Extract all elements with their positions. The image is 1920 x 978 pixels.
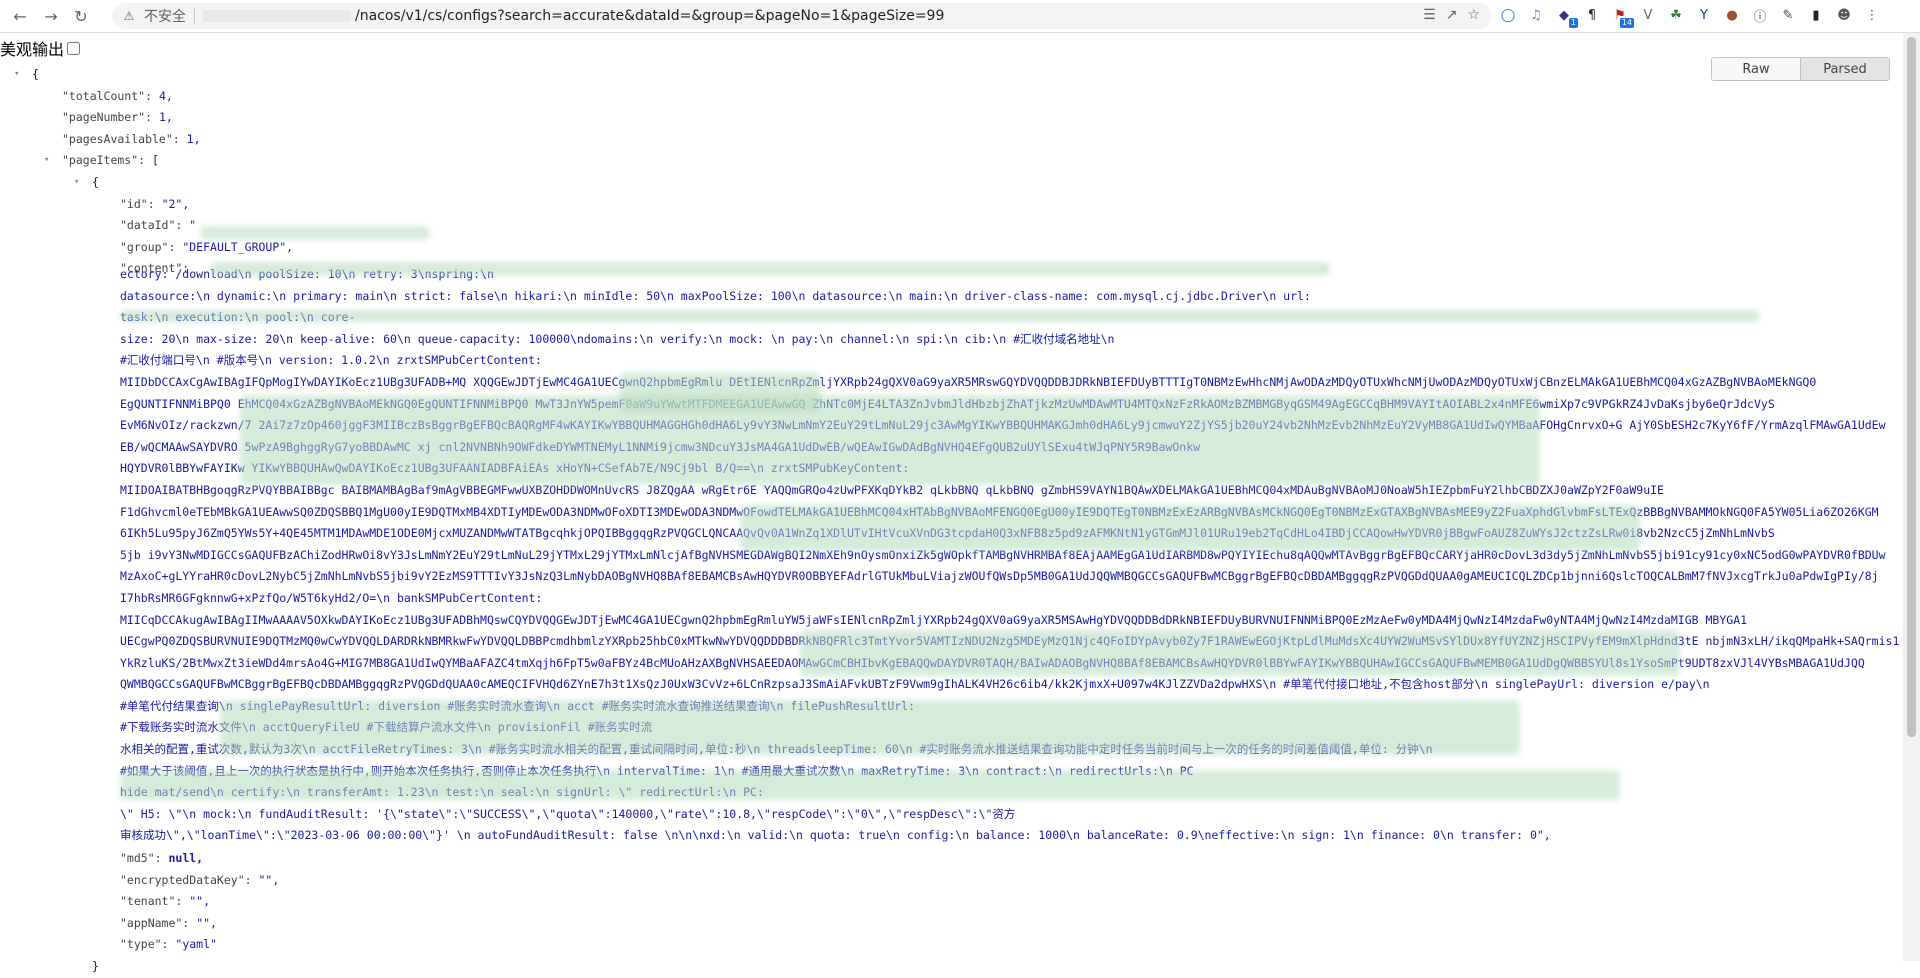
content-line: MIICqDCCAkugAwIBAgIIMwAAAAV5OXkwDAYIKoEc… [120, 612, 1748, 627]
content-line: 审核成功\",\"loanTime\":\"2023-03-06 00:00:0… [120, 828, 1551, 843]
redaction-blur [210, 262, 1330, 276]
json-number: 1, [158, 110, 173, 125]
collapse-triangle-icon[interactable]: ▾ [44, 150, 49, 172]
browser-toolbar: ← → ↻ ⚠ 不安全 /nacos/v1/cs/configs?search=… [0, 0, 1920, 33]
extension-cube-icon[interactable]: ◆ 1 [1554, 5, 1578, 28]
pageitems-line: "pageItems": [ [62, 150, 159, 172]
redaction-blur [240, 395, 1540, 485]
menu-kebab-icon[interactable]: ⋮ [1862, 5, 1882, 25]
redaction-blur [800, 630, 1680, 676]
extension-v-icon[interactable]: V [1638, 5, 1658, 25]
extension-cookie-icon[interactable]: ● [1722, 5, 1742, 25]
pretty-print-label: 美观输出 [0, 40, 65, 59]
json-key: "encryptedDataKey": [120, 872, 252, 887]
content-line: datasource:\n dynamic:\n primary: main\n… [120, 288, 1311, 303]
json-open-brace: { [32, 67, 39, 81]
json-string: "2", [161, 196, 190, 211]
item-open-brace: { [92, 175, 99, 189]
redaction-blur [120, 310, 1760, 322]
json-string: "yaml" [175, 937, 217, 952]
json-number: 1, [186, 131, 201, 146]
json-string: "", [196, 915, 217, 930]
collapse-triangle-icon[interactable]: ▾ [14, 64, 19, 86]
content-line: #汇收付端口号\n #版本号\n version: 1.0.2\n zrxtSM… [120, 353, 542, 368]
json-key: "appName": [120, 915, 190, 930]
json-string: "", [258, 872, 280, 887]
redaction-blur [740, 505, 1640, 551]
share-icon[interactable]: ↗ [1446, 7, 1458, 23]
collapse-triangle-icon[interactable]: ▾ [74, 172, 79, 194]
forward-arrow-icon[interactable]: → [40, 5, 62, 27]
json-bracket: [ [152, 153, 159, 168]
json-key: "group": [120, 239, 176, 254]
extension-flag-icon[interactable]: ⚑ 14 [1610, 5, 1634, 28]
scrollbar-thumb[interactable] [1907, 37, 1916, 737]
appname-line: "appName": "", [120, 913, 217, 935]
extension-y-icon[interactable]: Y [1694, 5, 1714, 25]
raw-button[interactable]: Raw [1712, 58, 1801, 80]
back-arrow-icon[interactable]: ← [9, 5, 31, 27]
json-number: 4, [158, 88, 173, 103]
extensions-puzzle-icon[interactable]: ✎ [1778, 5, 1798, 25]
json-key: "pageItems": [62, 153, 146, 168]
json-key: "dataId": [120, 218, 183, 233]
vertical-scrollbar[interactable] [1903, 33, 1920, 961]
pagenumber-line: "pageNumber": 1, [62, 107, 173, 129]
totalcount-line: "totalCount": 4, [62, 86, 173, 108]
warning-icon[interactable]: ⚠ [122, 9, 136, 23]
redaction-blur [220, 700, 1520, 755]
id-line: "id": "2", [120, 194, 189, 216]
md5-line: "md5": null, [120, 848, 203, 870]
extension-pilcrow-icon[interactable]: ¶ [1582, 5, 1602, 25]
redaction-blur [200, 226, 430, 240]
pretty-print-checkbox[interactable] [67, 41, 81, 55]
encrypteddatakey-line: "encryptedDataKey": "", [120, 870, 279, 892]
redacted-host [203, 10, 351, 22]
group-line: "group": "DEFAULT_GROUP", [120, 237, 293, 259]
json-key: "tenant": [120, 894, 183, 909]
json-key: "type": [120, 937, 169, 952]
side-panel-icon[interactable]: ▮ [1806, 5, 1826, 25]
profile-avatar-icon[interactable]: ☻ [1834, 5, 1854, 25]
extension-circle-icon[interactable]: ◯ [1498, 5, 1518, 25]
json-key: "pagesAvailable": [62, 131, 180, 146]
json-null: null, [168, 851, 204, 865]
type-line: "type": "yaml" [120, 934, 217, 956]
reload-icon[interactable]: ↻ [70, 5, 92, 27]
parsed-button[interactable]: Parsed [1801, 58, 1889, 80]
content-line: MzAxoC+gLYYraHR0cDovL2NybC5jZmNhLmNvbS5j… [120, 569, 1879, 584]
pretty-print-row: 美观输出 [0, 36, 81, 60]
extension-info-icon[interactable]: ⓘ [1750, 5, 1770, 25]
insecure-label[interactable]: 不安全 [144, 6, 186, 26]
extensions-bar: ◯ ♫ ◆ 1 ¶ ⚑ 14 V ☘ Y ● ⓘ ✎ ▮ ☻ ⋮ [1498, 5, 1882, 28]
url-path[interactable]: /nacos/v1/cs/configs?search=accurate&dat… [355, 8, 944, 24]
extension-note-icon[interactable]: ♫ [1526, 5, 1546, 25]
json-key: "id": [120, 196, 155, 211]
bookmark-star-icon[interactable]: ☆ [1467, 7, 1480, 23]
extension-leaf-icon[interactable]: ☘ [1666, 5, 1686, 25]
view-toggle: Raw Parsed [1711, 57, 1890, 81]
json-string: "DEFAULT_GROUP", [182, 239, 294, 254]
pagesavailable-line: "pagesAvailable": 1, [62, 129, 201, 151]
separator [194, 8, 195, 24]
json-key: "md5": [120, 851, 162, 865]
content-line: QWMBQGCCsGAQUFBwMCBggrBgEFBQcDBDAMBggqgR… [120, 677, 1710, 692]
content-line: MIIDbDCCAxCgAwIBAgIFQpMogIYwDAYIKoEcz1UB… [120, 374, 1817, 389]
json-string: "", [189, 894, 211, 909]
tenant-line: "tenant": "", [120, 891, 210, 913]
json-key: "pageNumber": [62, 110, 153, 125]
content-value: ectory: /download\n poolSize: 10\n retry… [120, 264, 1900, 844]
dataid-line: "dataId": " [120, 215, 196, 237]
translate-icon[interactable]: ☰ [1423, 7, 1436, 23]
address-bar[interactable]: ⚠ 不安全 /nacos/v1/cs/configs?search=accura… [112, 3, 1492, 29]
item-close-brace: } [92, 959, 99, 973]
json-key: "totalCount": [62, 88, 153, 103]
content-line: I7hbRsMR6GFgknnwG+xPzfQo/W5T6kyHd2/O=\n … [120, 590, 543, 605]
redaction-blur [120, 770, 1620, 800]
content-line: size: 20\n max-size: 20\n keep-alive: 60… [120, 331, 1115, 346]
json-string: " [189, 218, 197, 233]
content-line: \" H5: \"\n mock:\n fundAuditResult: '{\… [120, 806, 1016, 821]
